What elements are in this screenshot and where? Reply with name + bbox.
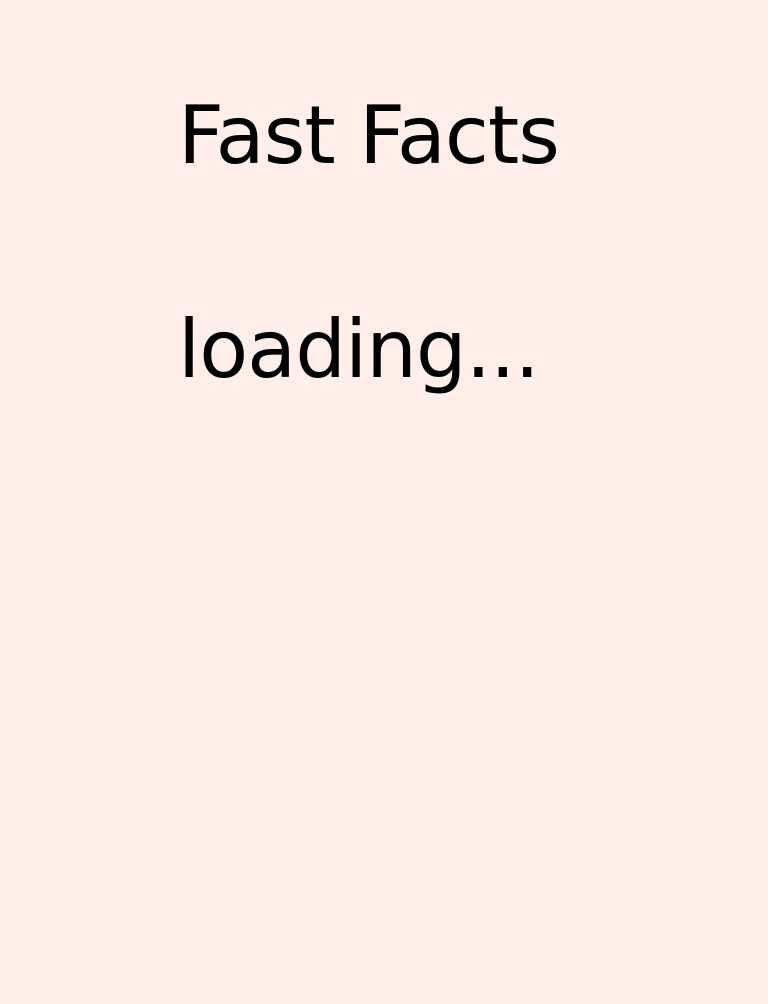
loading-screen: Fast Facts loading... [0,0,768,1004]
page-title: Fast Facts [178,89,560,182]
loading-status: loading... [178,303,540,396]
